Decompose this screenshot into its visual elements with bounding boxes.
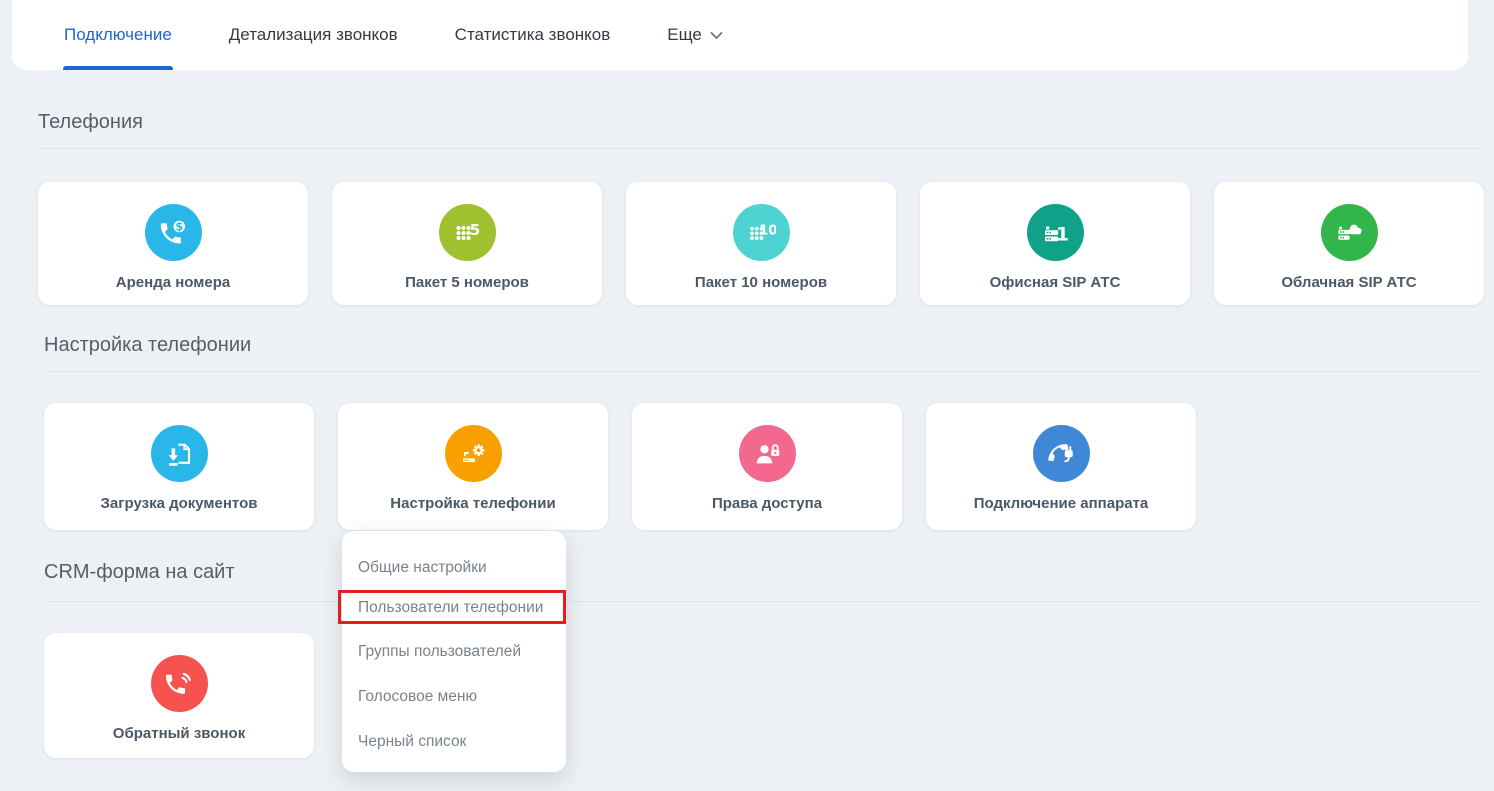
card-label: Загрузка документов <box>101 495 258 512</box>
cloud-pbx-icon <box>1321 204 1378 261</box>
card-label: Пакет 10 номеров <box>695 274 827 291</box>
section-title-telephony-setup: Настройка телефонии <box>44 334 251 357</box>
card-label: Аренда номера <box>116 274 230 291</box>
section-divider <box>38 148 1484 149</box>
tab-bar: Подключение Детализация звонков Статисти… <box>12 0 1468 70</box>
callback-phone-icon <box>151 655 208 712</box>
card-label: Облачная SIP АТС <box>1281 274 1416 291</box>
office-pbx-icon: 1 <box>1027 204 1084 261</box>
keypad-10-icon: 10 <box>733 204 790 261</box>
menu-item-blacklist[interactable]: Черный список <box>358 732 466 752</box>
card-device-connection[interactable]: Подключение аппарата <box>926 403 1196 530</box>
crm-cards-row: Обратный звонок <box>44 633 314 758</box>
card-cloud-sip-pbx[interactable]: Облачная SIP АТС <box>1214 182 1484 305</box>
tab-label: Подключение <box>64 25 172 45</box>
tab-call-details[interactable]: Детализация звонков <box>229 0 398 70</box>
telephony-settings-icon <box>445 425 502 482</box>
tab-label: Детализация звонков <box>229 25 398 45</box>
svg-text:5: 5 <box>470 220 480 238</box>
card-number-rent[interactable]: $ Аренда номера <box>38 182 308 305</box>
menu-item-general-settings[interactable]: Общие настройки <box>358 558 487 578</box>
svg-text:1: 1 <box>1056 224 1069 245</box>
card-access-rights[interactable]: Права доступа <box>632 403 902 530</box>
tab-label: Статистика звонков <box>455 25 611 45</box>
section-title-telephony: Телефония <box>38 111 143 134</box>
card-label: Настройка телефонии <box>390 495 555 512</box>
card-label: Подключение аппарата <box>974 495 1149 512</box>
card-10-numbers-pack[interactable]: 10 Пакет 10 номеров <box>626 182 896 305</box>
telephony-cards-row: $ Аренда номера 5 Пакет 5 номеров <box>38 182 1484 305</box>
card-5-numbers-pack[interactable]: 5 Пакет 5 номеров <box>332 182 602 305</box>
card-telephony-settings[interactable]: Настройка телефонии <box>338 403 608 530</box>
tab-more[interactable]: Еще <box>667 0 723 70</box>
card-label: Офисная SIP АТС <box>990 274 1121 291</box>
tab-call-statistics[interactable]: Статистика звонков <box>455 0 611 70</box>
card-label: Права доступа <box>712 495 822 512</box>
card-callback[interactable]: Обратный звонок <box>44 633 314 758</box>
menu-item-telephony-users[interactable]: Пользователи телефонии <box>358 598 543 618</box>
tab-connection[interactable]: Подключение <box>64 0 172 70</box>
chevron-down-icon <box>710 31 723 40</box>
card-document-upload[interactable]: Загрузка документов <box>44 403 314 530</box>
card-label: Пакет 5 номеров <box>405 274 529 291</box>
card-office-sip-pbx[interactable]: 1 Офисная SIP АТС <box>920 182 1190 305</box>
document-download-icon <box>151 425 208 482</box>
keypad-5-icon: 5 <box>439 204 496 261</box>
section-title-crm-form: CRM-форма на сайт <box>44 561 235 584</box>
user-lock-icon <box>739 425 796 482</box>
svg-text:10: 10 <box>759 223 776 238</box>
menu-item-user-groups[interactable]: Группы пользователей <box>358 642 521 662</box>
tab-label: Еще <box>667 25 702 45</box>
section-divider <box>44 601 1484 602</box>
card-label: Обратный звонок <box>113 725 245 742</box>
setup-cards-row: Загрузка документов Настройка телефо <box>44 403 1196 530</box>
menu-item-voice-menu[interactable]: Голосовое меню <box>358 687 477 707</box>
svg-text:$: $ <box>175 220 183 233</box>
phone-plug-icon <box>1033 425 1090 482</box>
phone-dollar-icon: $ <box>145 204 202 261</box>
section-divider <box>44 371 1484 372</box>
telephony-settings-dropdown: Общие настройки Пользователи телефонии Г… <box>342 531 566 772</box>
active-tab-underline <box>63 66 173 70</box>
